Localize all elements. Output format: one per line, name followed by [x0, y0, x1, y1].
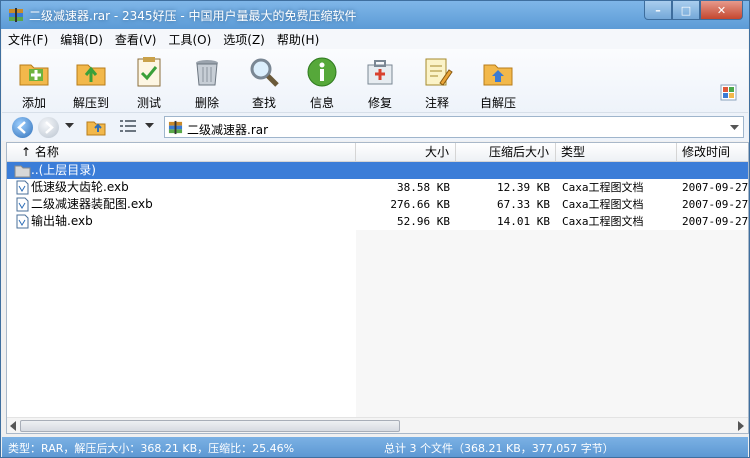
comment-label: 注释	[424, 96, 449, 110]
test-icon	[137, 57, 161, 87]
trash-icon	[196, 60, 218, 86]
file-packed-size: 14.01 KB	[497, 215, 550, 228]
file-modified: 2007-09-27	[682, 198, 748, 211]
forward-button[interactable]	[38, 117, 59, 138]
file-name: 低速级大齿轮.exb	[31, 180, 129, 194]
sfx-label: 自解压	[479, 96, 516, 110]
address-input[interactable]: 二级减速器.rar	[164, 116, 744, 138]
sort-up-icon: ↑	[21, 145, 32, 159]
sfx-icon	[483, 64, 513, 86]
toolbar: 添加 解压到 测试 删除 查找 信息 修复 注释 自解压	[2, 49, 748, 113]
add-button[interactable]: 添加	[6, 55, 62, 111]
file-name: 输出轴.exb	[31, 214, 93, 228]
file-name: 二级减速器装配图.exb	[31, 197, 153, 211]
column-packed-size[interactable]: 压缩后大小	[456, 143, 556, 162]
list-item[interactable]: 输出轴.exb 52.96 KB 14.01 KB Caxa工程图文档 2007…	[7, 213, 748, 230]
file-packed-size: 67.33 KB	[497, 198, 550, 211]
document-icon	[16, 180, 29, 195]
file-modified: 2007-09-27	[682, 181, 748, 194]
file-size: 52.96 KB	[397, 215, 450, 228]
delete-label: 删除	[194, 96, 219, 110]
repair-icon	[367, 60, 393, 85]
info-label: 信息	[309, 96, 334, 110]
info-button[interactable]: 信息	[294, 55, 350, 111]
file-type: Caxa工程图文档	[562, 215, 644, 228]
file-size: 276.66 KB	[390, 198, 450, 211]
file-packed-size: 12.39 KB	[497, 181, 550, 194]
info-icon	[307, 57, 337, 87]
extract-to-label: 解压到	[72, 96, 109, 110]
menu-edit[interactable]: 编辑(D)	[54, 31, 109, 48]
file-type: Caxa工程图文档	[562, 198, 644, 211]
history-dropdown-icon[interactable]	[65, 123, 74, 129]
list-item[interactable]: 低速级大齿轮.exb 38.58 KB 12.39 KB Caxa工程图文档 2…	[7, 179, 748, 196]
folder-up-icon[interactable]	[86, 118, 106, 136]
status-bar: 类型：RAR，解压后大小：368.21 KB，压缩比：25.46% 总计 3 个…	[2, 437, 748, 457]
sfx-button[interactable]: 自解压	[470, 55, 526, 111]
document-icon	[16, 214, 29, 229]
file-modified: 2007-09-27	[682, 215, 748, 228]
file-name: ..(上层目录)	[31, 163, 96, 177]
scroll-right-icon[interactable]	[737, 421, 745, 431]
find-label: 查找	[251, 96, 276, 110]
view-mode-icon[interactable]	[119, 119, 137, 135]
address-dropdown-icon[interactable]	[730, 125, 739, 131]
test-button[interactable]: 测试	[121, 55, 177, 111]
column-name[interactable]: ↑ 名称	[7, 143, 356, 162]
view-dropdown-icon[interactable]	[145, 123, 154, 129]
repair-label: 修复	[367, 96, 392, 110]
list-empty-area	[356, 230, 748, 419]
back-button[interactable]	[12, 117, 33, 138]
menu-file[interactable]: 文件(F)	[2, 31, 54, 48]
file-list: ↑ 名称 大小 压缩后大小 类型 修改时间 ..(上层目录) 低速级大齿轮.ex…	[6, 142, 749, 434]
menu-bar: 文件(F) 编辑(D) 查看(V) 工具(O) 选项(Z) 帮助(H)	[2, 29, 748, 49]
document-icon	[16, 197, 29, 212]
minimize-button[interactable]: –	[644, 1, 672, 20]
column-size[interactable]: 大小	[356, 143, 456, 162]
repair-button[interactable]: 修复	[352, 55, 408, 111]
add-archive-icon	[19, 64, 49, 86]
rar-file-icon	[168, 120, 183, 135]
list-item-parent-dir[interactable]: ..(上层目录)	[7, 162, 748, 179]
archive-app-icon	[9, 8, 23, 22]
archive-info: 类型：RAR，解压后大小：368.21 KB，压缩比：25.46%	[8, 442, 295, 455]
file-size: 38.58 KB	[397, 181, 450, 194]
column-modified[interactable]: 修改时间	[677, 143, 748, 162]
address-path: 二级减速器.rar	[187, 123, 269, 137]
menu-view[interactable]: 查看(V)	[109, 31, 163, 48]
column-name-label: 名称	[34, 145, 59, 159]
comment-icon	[425, 58, 453, 86]
magnifier-icon	[250, 58, 279, 87]
scrollbar-thumb[interactable]	[20, 420, 400, 432]
extract-to-icon	[76, 64, 106, 86]
window-title: 二级减速器.rar - 2345好压 - 中国用户量最大的免费压缩软件	[29, 9, 357, 23]
title-bar[interactable]: 二级减速器.rar - 2345好压 - 中国用户量最大的免费压缩软件 – □ …	[1, 1, 749, 29]
menu-options[interactable]: 选项(Z)	[217, 31, 271, 48]
comment-button[interactable]: 注释	[409, 55, 465, 111]
find-button[interactable]: 查找	[236, 55, 292, 111]
skin-icon[interactable]	[720, 84, 737, 101]
list-header: ↑ 名称 大小 压缩后大小 类型 修改时间	[7, 143, 748, 162]
scroll-left-icon[interactable]	[9, 421, 17, 431]
maximize-button[interactable]: □	[672, 1, 700, 20]
extract-to-button[interactable]: 解压到	[63, 55, 119, 111]
menu-tools[interactable]: 工具(O)	[162, 31, 217, 48]
close-button[interactable]: ✕	[700, 1, 743, 20]
folder-icon	[14, 165, 31, 178]
forward-arrow-icon	[45, 121, 54, 134]
delete-button[interactable]: 删除	[179, 55, 235, 111]
list-item[interactable]: 二级减速器装配图.exb 276.66 KB 67.33 KB Caxa工程图文…	[7, 196, 748, 213]
address-bar: 二级减速器.rar	[2, 113, 748, 141]
app-window: 二级减速器.rar - 2345好压 - 中国用户量最大的免费压缩软件 – □ …	[0, 0, 750, 458]
menu-help[interactable]: 帮助(H)	[271, 31, 325, 48]
horizontal-scrollbar[interactable]	[7, 417, 748, 433]
column-type[interactable]: 类型	[556, 143, 677, 162]
add-label: 添加	[21, 96, 46, 110]
file-type: Caxa工程图文档	[562, 181, 644, 194]
test-label: 测试	[136, 96, 161, 110]
back-arrow-icon	[17, 121, 26, 134]
file-totals: 总计 3 个文件（368.21 KB，377,057 字节）	[384, 442, 614, 455]
